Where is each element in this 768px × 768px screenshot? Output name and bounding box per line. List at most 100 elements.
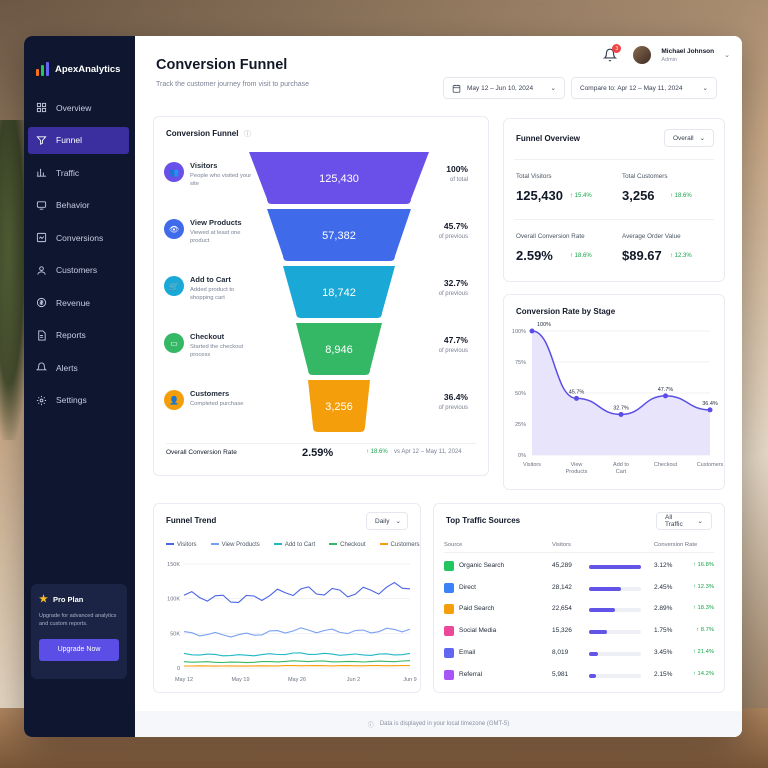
table-row[interactable]: Organic Search 45,289 3.12% ↑ 16.8% [444, 557, 714, 579]
traffic-sources-card: Top Traffic Sources All Traffic ⌄ Source… [433, 503, 725, 693]
y-tick-label: 25% [515, 422, 526, 428]
x-tick-label: May 12 [175, 677, 193, 683]
page-title: Conversion Funnel [156, 57, 288, 73]
stage-desc: Completed purchase [190, 401, 244, 407]
settings-icon [36, 395, 47, 406]
sidebar-item-funnel[interactable]: Funnel [28, 126, 129, 154]
footer-note: Data is displayed in your local timezone… [379, 721, 510, 727]
source-name: Organic Search [459, 562, 505, 569]
sidebar-item-behavior[interactable]: Behavior [24, 192, 135, 219]
kpi-value: $89.67 [622, 248, 662, 263]
user-area: 3 Michael Johnson Admin ⌄ [603, 44, 730, 64]
trend-line-checkout [183, 660, 411, 664]
source-visitors: 5,981 [552, 670, 569, 678]
rate-point-label: 100% [537, 322, 551, 328]
sources-filter[interactable]: All Traffic ⌄ [656, 512, 712, 530]
source-icon [444, 561, 454, 571]
sidebar-item-traffic[interactable]: Traffic [24, 159, 135, 186]
sidebar-item-label: Funnel [56, 135, 82, 145]
overview-title: Funnel Overview [516, 134, 581, 143]
table-row[interactable]: Referral 5,981 2.15% ↑ 14.2% [444, 666, 714, 688]
stage-desc: People who visited your site [190, 173, 252, 187]
source-icon [444, 604, 454, 615]
calendar-icon [452, 84, 461, 93]
funnel-graphic: 125,430 57,382 18,742 8,946 3,256 [249, 152, 429, 432]
sidebar: ApexAnalytics Overview Funnel Traffic Behav… [24, 36, 135, 737]
sidebar-item-label: Settings [56, 395, 87, 405]
stage-percent-label: of previous [438, 405, 468, 411]
rate-point[interactable] [618, 411, 624, 417]
source-share-bar [589, 608, 641, 613]
x-tick-label: Checkout [654, 462, 678, 468]
source-name: Direct [459, 583, 476, 591]
chevron-down-icon: ⌄ [702, 85, 708, 92]
pro-plan-desc: Upgrade for advanced analytics and custo… [39, 613, 117, 628]
table-row[interactable]: Social Media 15,326 1.75% ↑ 8.7% [444, 622, 714, 644]
x-tick-label: May 26 [288, 677, 306, 683]
kpi-value: 2.59% [516, 248, 553, 263]
sources-filter-value: All Traffic [665, 514, 683, 528]
source-icon [444, 669, 454, 680]
stage-name: Visitors [190, 161, 218, 170]
chevron-down-icon: ⌄ [550, 85, 556, 92]
trend-chart: 150K 100K 50K 0 May 12 May 19 May 26 Jun 2 Jun 9 [167, 562, 417, 683]
source-icon [444, 626, 454, 637]
trend-line-customers [184, 664, 411, 667]
table-row[interactable]: Paid Search 22,654 2.89% ↑ 18.3% [444, 600, 714, 622]
funnel-value: 18,742 [322, 287, 356, 299]
table-row[interactable]: Email 8,019 3.45% ↑ 21.4% [444, 644, 714, 666]
customers-icon [36, 265, 47, 276]
main-content: Conversion Funnel Track the customer jou… [135, 36, 742, 737]
sidebar-item-label: Revenue [56, 297, 91, 308]
source-change: ↑ 18.3% [693, 605, 714, 612]
user-name: Michael Johnson [661, 47, 715, 55]
x-tick-label: Products [566, 469, 588, 475]
notification-bell[interactable]: 3 [603, 44, 622, 62]
sidebar-item-label: Customers [56, 265, 98, 275]
source-change: ↑ 8.7% [696, 627, 714, 634]
sidebar-item-settings[interactable]: Settings [24, 387, 135, 414]
date-range-picker[interactable]: May 12 – Jun 10, 2024 ⌄ [443, 77, 565, 99]
user-info[interactable]: Michael Johnson Admin [661, 48, 714, 63]
source-share-bar [589, 651, 641, 656]
stage-percent: 45.7% [443, 221, 468, 231]
kpi-change: ↑ 18.6% [670, 193, 692, 199]
chevron-down-icon[interactable]: ⌄ [724, 51, 730, 59]
overview-filter[interactable]: Overall ⌄ [664, 129, 714, 147]
col-header-rate: Conversion Rate [654, 542, 698, 548]
rate-point[interactable] [529, 328, 535, 334]
rate-point[interactable] [574, 395, 579, 401]
rate-point[interactable] [663, 393, 668, 399]
stage-desc: Viewed at least one product [190, 230, 241, 244]
stage-percent: 100% [446, 164, 468, 174]
source-share-bar [589, 565, 641, 569]
sidebar-item-customers[interactable]: Customers [24, 257, 135, 284]
source-rate: 3.45% [654, 648, 673, 656]
reports-icon [36, 329, 47, 341]
x-tick-label: Jun 9 [403, 677, 416, 683]
sidebar-item-revenue[interactable]: Revenue [24, 289, 135, 316]
info-icon[interactable]: ⓘ [244, 129, 251, 139]
sidebar-item-alerts[interactable]: Alerts [24, 354, 135, 381]
source-rate: 2.15% [654, 670, 673, 678]
sidebar-item-overview[interactable]: Overview [24, 94, 135, 121]
avatar[interactable] [633, 46, 652, 64]
sidebar-item-reports[interactable]: Reports [24, 322, 135, 349]
source-name: Social Media [459, 627, 497, 635]
table-row[interactable]: Direct 28,142 2.45% ↑ 12.3% [444, 579, 714, 601]
source-change: ↑ 16.8% [693, 562, 714, 568]
x-tick-label: Add to [613, 462, 629, 468]
rate-point[interactable] [707, 407, 713, 413]
upgrade-button[interactable]: Upgrade Now [39, 638, 119, 661]
compare-picker[interactable]: Compare to: Apr 12 – May 11, 2024 ⌄ [571, 77, 717, 99]
y-tick-label: 50% [515, 391, 526, 397]
logo[interactable]: ApexAnalytics [24, 36, 135, 84]
x-tick-label: Jun 2 [347, 677, 360, 683]
sidebar-item-label: Traffic [56, 167, 80, 178]
source-change: ↑ 12.3% [693, 583, 714, 590]
alerts-icon [36, 362, 47, 373]
source-share-bar [589, 586, 641, 591]
sidebar-item-conversions[interactable]: Conversions [24, 224, 135, 251]
rate-point-label: 36.4% [702, 401, 718, 407]
stage-percent-label: of total [449, 177, 468, 183]
